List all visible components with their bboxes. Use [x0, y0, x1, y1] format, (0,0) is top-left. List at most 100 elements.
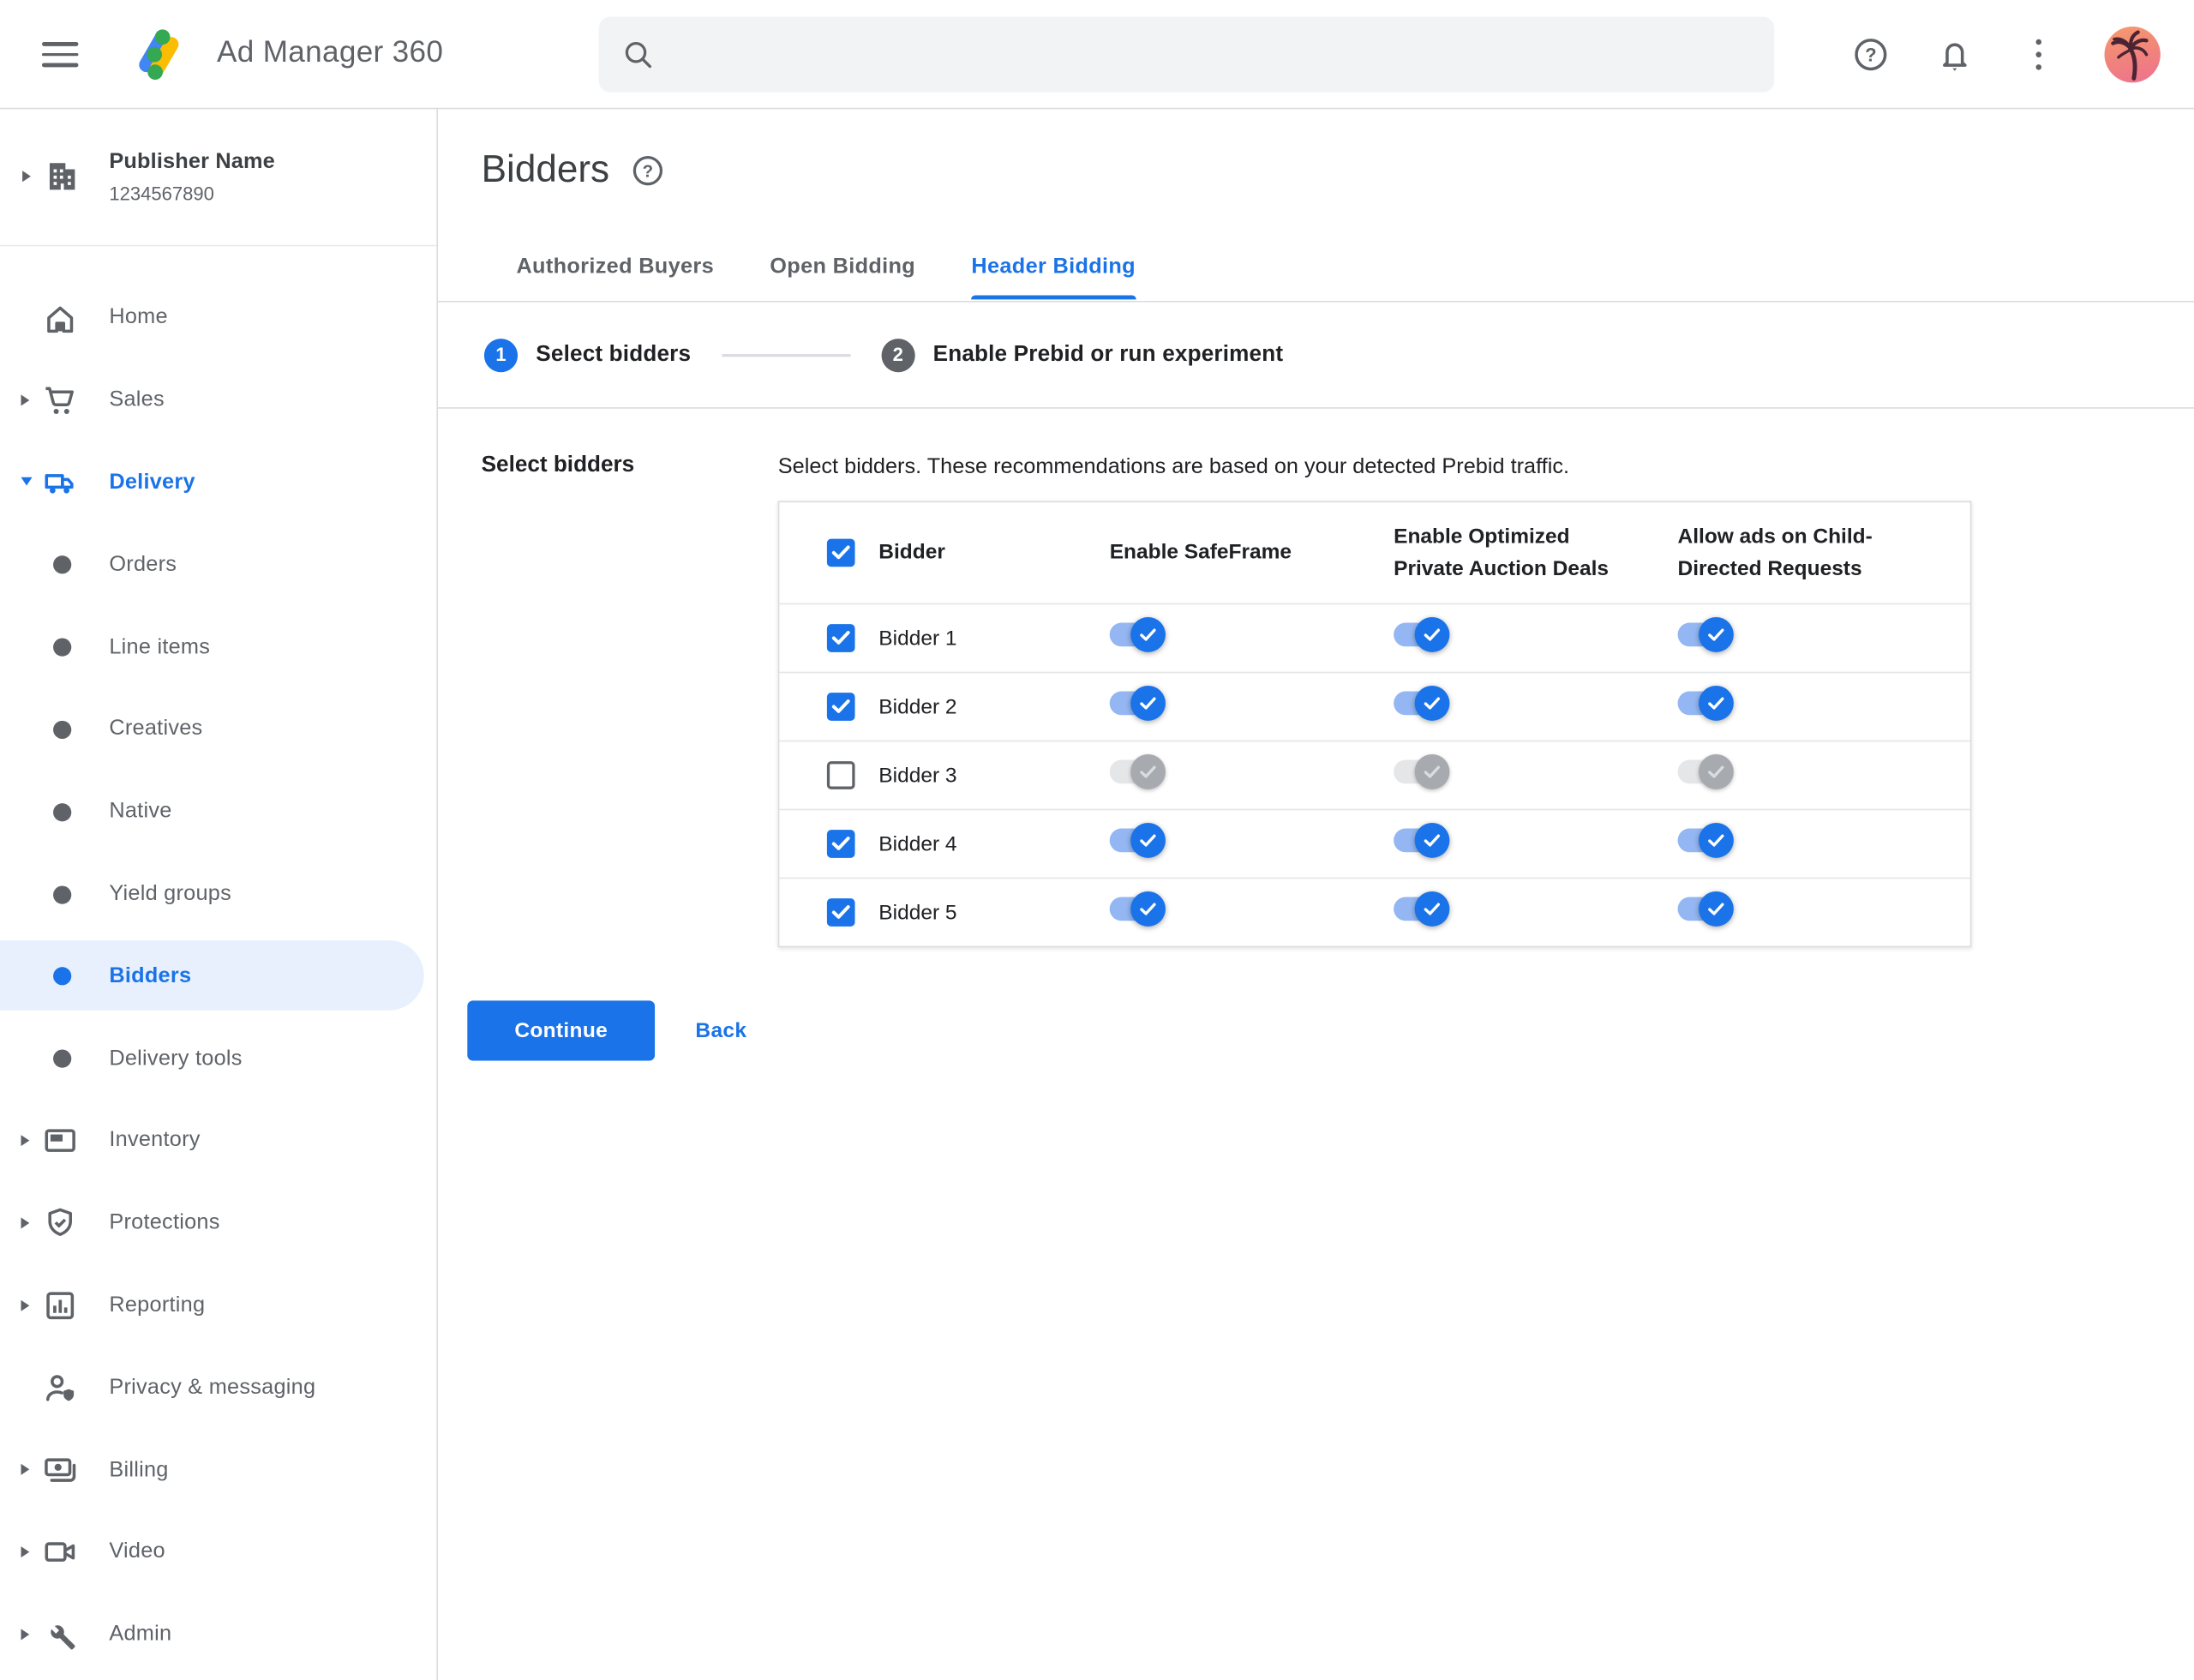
step-1-label: Select bidders: [536, 342, 692, 366]
table-row: Bidder 5: [779, 877, 1970, 946]
tab-authorized-buyers[interactable]: Authorized Buyers: [516, 255, 714, 299]
notifications-bell-icon[interactable]: [1937, 36, 1973, 72]
top-bar: Ad Manager 360 ?: [0, 0, 2194, 110]
optimized-deals-toggle[interactable]: [1394, 891, 1450, 927]
tab-header-bidding[interactable]: Header Bidding: [971, 255, 1136, 300]
sidebar-item-billing[interactable]: Billing: [0, 1429, 436, 1511]
wrench-icon: [51, 1625, 75, 1650]
search-input[interactable]: [674, 42, 1753, 67]
table-description: Select bidders. These recommendations ar…: [777, 454, 1570, 479]
main-content: Bidders ? Authorized Buyers Open Bidding…: [438, 109, 2194, 1680]
row-checkbox[interactable]: [826, 624, 855, 652]
sidebar-item-delivery-tools[interactable]: Delivery tools: [0, 1017, 436, 1100]
page-help-icon[interactable]: ?: [631, 153, 664, 187]
table-row: Bidder 2: [779, 671, 1970, 741]
row-checkbox[interactable]: [826, 830, 855, 858]
bidder-name: Bidder 5: [878, 900, 957, 925]
table-header-row: Bidder Enable SafeFrame Enable Optimized…: [779, 502, 1969, 603]
column-header-enable-optimized-private-auction-deals: Enable Optimized Private Auction Deals: [1394, 524, 1610, 581]
safeframe-toggle[interactable]: [1109, 822, 1166, 858]
expand-caret-icon: [22, 171, 31, 183]
publisher-selector[interactable]: Publisher Name 1234567890: [0, 109, 437, 247]
sidebar-item-protections[interactable]: Protections: [0, 1182, 436, 1264]
child-directed-toggle[interactable]: [1677, 891, 1734, 927]
step-2: 2 Enable Prebid or run experiment: [881, 338, 1284, 372]
bar-chart-icon: [46, 1292, 75, 1320]
tab-bar: Authorized Buyers Open Bidding Header Bi…: [516, 255, 1136, 300]
collapse-caret-icon: [21, 477, 33, 485]
optimized-deals-toggle[interactable]: [1394, 753, 1450, 789]
sidebar-item-line-items[interactable]: Line items: [0, 606, 436, 688]
hamburger-menu-icon[interactable]: [41, 38, 81, 71]
bullet-icon: [53, 638, 72, 657]
bullet-icon: [53, 555, 72, 575]
search-icon: [625, 41, 651, 69]
bidder-name: Bidder 4: [878, 831, 957, 856]
bullet-icon: [53, 720, 72, 740]
header-checkbox[interactable]: [826, 538, 855, 567]
more-options-icon[interactable]: [2021, 36, 2057, 72]
sidebar-item-yield-groups[interactable]: Yield groups: [0, 853, 436, 935]
sidebar-item-orders[interactable]: Orders: [0, 524, 436, 606]
sidebar-item-delivery[interactable]: Delivery: [0, 441, 436, 524]
continue-button[interactable]: Continue: [467, 1000, 656, 1061]
row-checkbox[interactable]: [826, 693, 855, 721]
safeframe-toggle[interactable]: [1109, 891, 1166, 927]
sidebar-item-admin[interactable]: Admin: [0, 1593, 436, 1676]
publisher-id: 1234567890: [109, 183, 214, 205]
sidebar-item-video[interactable]: Video: [0, 1511, 436, 1593]
svg-text:?: ?: [1865, 45, 1877, 66]
back-button[interactable]: Back: [695, 1000, 746, 1060]
column-header-enable-safeframe: Enable SafeFrame: [1109, 540, 1292, 565]
bidder-name: Bidder 3: [878, 763, 957, 788]
sidebar-item-bidders[interactable]: Bidders: [0, 935, 436, 1017]
cart-icon: [45, 387, 74, 415]
inventory-icon: [45, 1130, 75, 1153]
palm-tree-avatar-image: [2111, 30, 2149, 81]
stepper: 1 Select bidders 2 Enable Prebid or run …: [438, 302, 2194, 409]
bullet-icon: [53, 1049, 72, 1068]
sidebar-item-home[interactable]: Home: [0, 277, 436, 359]
publisher-name: Publisher Name: [109, 149, 275, 174]
sidebar-item-reporting[interactable]: Reporting: [0, 1264, 436, 1347]
bullet-icon: [53, 885, 72, 904]
optimized-deals-toggle[interactable]: [1394, 616, 1450, 652]
bullet-icon: [53, 802, 72, 822]
sidebar-item-native[interactable]: Native: [0, 771, 436, 853]
row-checkbox[interactable]: [826, 761, 855, 789]
column-header-bidder: Bidder: [878, 540, 945, 565]
expand-caret-icon: [21, 1299, 30, 1311]
section-label: Select bidders: [481, 453, 635, 477]
sidebar: Publisher Name 1234567890 Home Sales Del…: [0, 109, 439, 1680]
ad-manager-logo-icon[interactable]: [126, 22, 190, 87]
child-directed-toggle[interactable]: [1677, 753, 1734, 789]
optimized-deals-toggle[interactable]: [1394, 822, 1450, 858]
search-bar[interactable]: [598, 16, 1775, 93]
optimized-deals-toggle[interactable]: [1394, 685, 1450, 721]
privacy-person-icon: [45, 1374, 75, 1401]
safeframe-toggle[interactable]: [1109, 753, 1166, 789]
child-directed-toggle[interactable]: [1677, 822, 1734, 858]
ad-manager-app: Ad Manager 360 ? Publisher Name 12345678…: [0, 0, 2194, 1680]
expand-caret-icon: [21, 1546, 30, 1558]
user-avatar[interactable]: [2104, 27, 2161, 83]
tab-open-bidding[interactable]: Open Bidding: [770, 255, 915, 299]
safeframe-toggle[interactable]: [1109, 616, 1166, 652]
child-directed-toggle[interactable]: [1677, 685, 1734, 721]
sidebar-item-sales[interactable]: Sales: [0, 359, 436, 441]
video-camera-icon: [45, 1543, 75, 1563]
svg-text:?: ?: [642, 162, 652, 181]
row-checkbox[interactable]: [826, 898, 855, 927]
safeframe-toggle[interactable]: [1109, 685, 1166, 721]
sidebar-nav: Home Sales Delivery Orders Line items Cr…: [0, 277, 436, 1676]
table-row: Bidder 4: [779, 808, 1970, 878]
sidebar-item-creatives[interactable]: Creatives: [0, 688, 436, 771]
child-directed-toggle[interactable]: [1677, 616, 1734, 652]
sidebar-item-inventory[interactable]: Inventory: [0, 1100, 436, 1182]
step-2-number: 2: [881, 338, 915, 372]
help-icon[interactable]: ?: [1853, 36, 1889, 72]
sidebar-item-privacy-messaging[interactable]: Privacy & messaging: [0, 1347, 436, 1429]
bidders-table: Bidder Enable SafeFrame Enable Optimized…: [777, 501, 1972, 948]
step-2-label: Enable Prebid or run experiment: [932, 342, 1284, 366]
expand-caret-icon: [21, 1628, 30, 1641]
